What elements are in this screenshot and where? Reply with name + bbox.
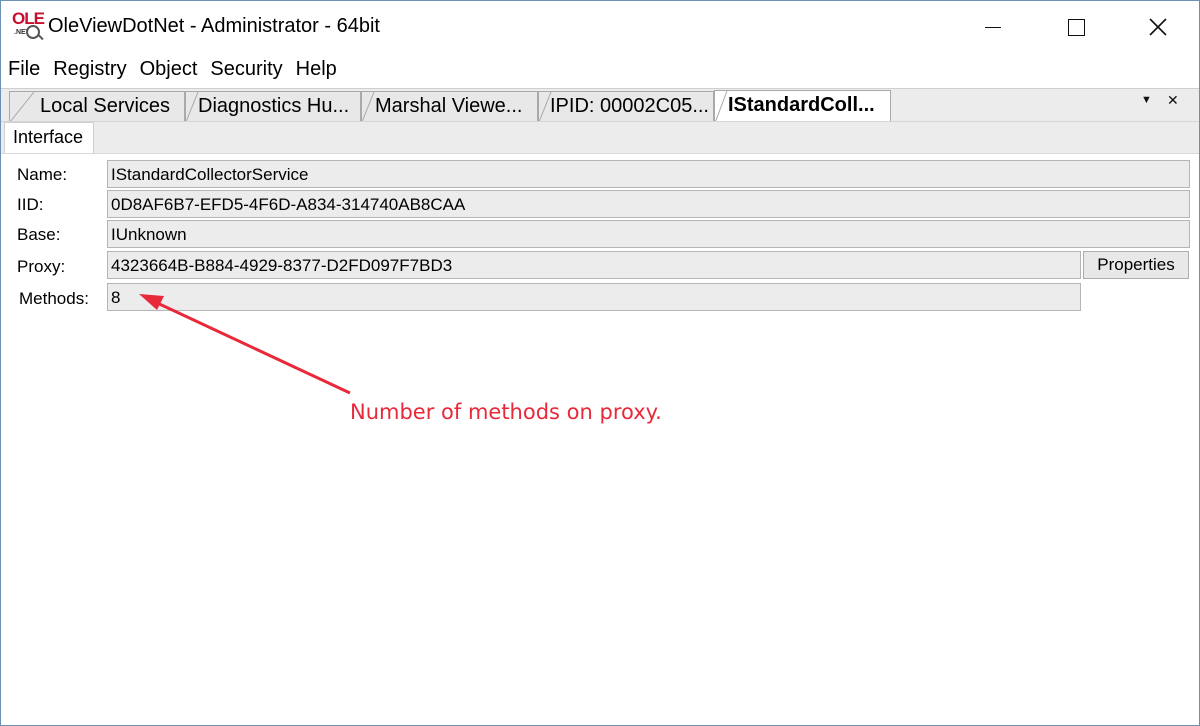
name-field[interactable]: IStandardCollectorService xyxy=(107,160,1190,188)
tab-local-services[interactable]: Local Services xyxy=(9,91,185,121)
close-icon xyxy=(1149,18,1167,36)
app-icon: OLE .NET xyxy=(12,9,45,43)
maximize-button[interactable] xyxy=(1046,1,1106,53)
properties-button[interactable]: Properties xyxy=(1083,251,1189,279)
menu-object[interactable]: Object xyxy=(133,56,204,86)
methods-label: Methods: xyxy=(19,289,89,308)
tab-diagnostics[interactable]: Diagnostics Hu... xyxy=(185,91,361,121)
name-label: Name: xyxy=(17,165,68,184)
menu-help[interactable]: Help xyxy=(289,56,343,86)
base-label: Base: xyxy=(17,225,61,244)
iid-label: IID: xyxy=(17,195,44,214)
tab-edge xyxy=(186,92,199,121)
window-title: OleViewDotNet - Administrator - 64bit xyxy=(48,15,380,37)
proxy-label: Proxy: xyxy=(17,257,66,276)
title-bar[interactable]: OLE .NET OleViewDotNet - Administrator -… xyxy=(1,1,1199,53)
document-tab-strip: Local Services Diagnostics Hu... Marshal… xyxy=(1,88,1199,122)
tab-ipid[interactable]: IPID: 00002C05... xyxy=(538,91,714,121)
app-window: OLE .NET OleViewDotNet - Administrator -… xyxy=(0,0,1200,726)
tab-label: Diagnostics Hu... xyxy=(198,95,350,117)
proxy-field[interactable]: 4323664B-B884-4929-8377-D2FD097F7BD3 xyxy=(107,251,1081,279)
methods-field[interactable]: 8 xyxy=(107,283,1081,311)
base-field[interactable]: IUnknown xyxy=(107,220,1190,248)
tab-edge xyxy=(362,92,375,121)
minimize-icon xyxy=(985,26,1001,28)
tab-label: IPID: 00002C05... xyxy=(550,95,709,117)
chevron-down-icon[interactable]: ▼ xyxy=(1141,94,1152,106)
tab-label: Local Services xyxy=(40,95,171,117)
interface-panel: Name: IStandardCollectorService IID: 0D8… xyxy=(1,153,1199,725)
menu-file[interactable]: File xyxy=(1,56,46,86)
maximize-icon xyxy=(1067,18,1085,36)
magnifier-icon xyxy=(26,25,40,39)
tab-label: IStandardColl... xyxy=(728,94,875,116)
tab-edge xyxy=(715,91,728,122)
menu-registry[interactable]: Registry xyxy=(46,56,132,86)
tab-edge xyxy=(539,92,552,121)
tab-label: Marshal Viewe... xyxy=(375,95,523,117)
tab-interface[interactable]: Interface xyxy=(4,122,94,154)
menu-security[interactable]: Security xyxy=(203,56,288,86)
close-window-button[interactable] xyxy=(1128,1,1188,53)
iid-field[interactable]: 0D8AF6B7-EFD5-4F6D-A834-314740AB8CAA xyxy=(107,190,1190,218)
inner-tab-strip: Interface xyxy=(1,121,1199,154)
minimize-button[interactable] xyxy=(963,1,1023,53)
annotation-text: Number of methods on proxy. xyxy=(350,400,662,424)
tab-istandardcollector[interactable]: IStandardColl... xyxy=(714,90,891,122)
close-icon[interactable]: ✕ xyxy=(1167,92,1179,109)
tab-edge xyxy=(10,92,35,121)
menu-bar: File Registry Object Security Help xyxy=(1,56,343,86)
tab-marshal-viewer[interactable]: Marshal Viewe... xyxy=(361,91,538,121)
